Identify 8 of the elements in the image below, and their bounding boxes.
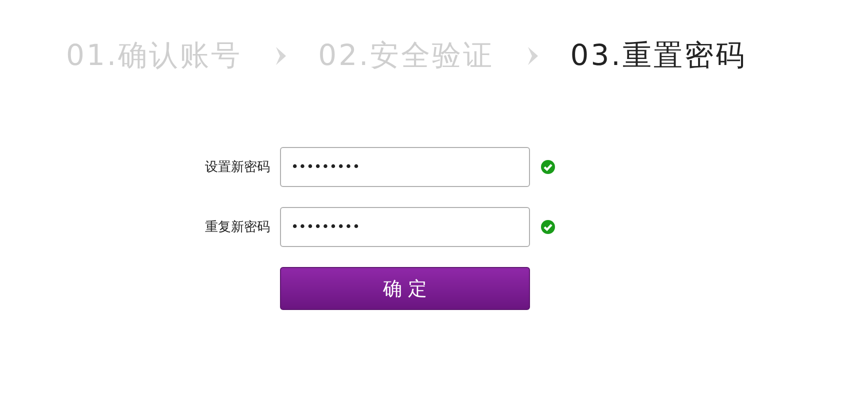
field-label: 重复新密码 bbox=[204, 219, 271, 236]
confirm-button[interactable]: 确 定 bbox=[280, 267, 530, 310]
chevron-icon bbox=[274, 46, 288, 66]
step-label: 03.重置密码 bbox=[570, 37, 746, 74]
field-label: 设置新密码 bbox=[204, 159, 271, 176]
password-field[interactable]: ••••••••• bbox=[280, 207, 530, 247]
chevron-icon bbox=[526, 46, 540, 66]
password-field[interactable]: ••••••••• bbox=[280, 147, 530, 187]
